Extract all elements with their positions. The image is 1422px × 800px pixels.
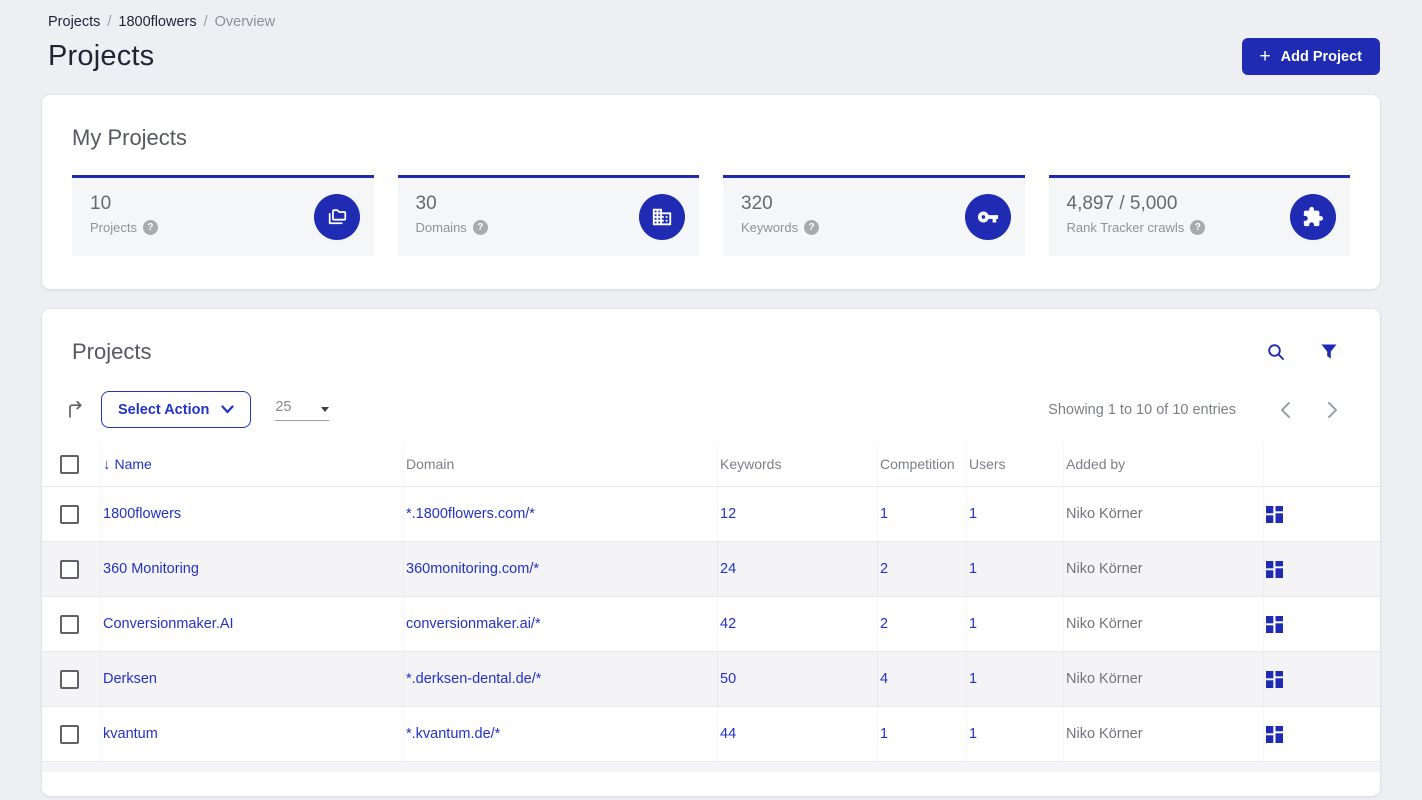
project-name-link[interactable]: Conversionmaker.AI bbox=[103, 616, 234, 632]
row-checkbox[interactable] bbox=[60, 559, 79, 579]
keywords-count-link[interactable]: 42 bbox=[720, 616, 736, 632]
competition-count-link[interactable]: 1 bbox=[880, 506, 888, 522]
breadcrumb-projects[interactable]: Projects bbox=[48, 14, 100, 30]
table-row: 1800flowers *.1800flowers.com/* 12 1 1 N… bbox=[42, 487, 1380, 542]
stat-domains: 30 Domains ? bbox=[397, 175, 699, 256]
showing-entries-text: Showing 1 to 10 of 10 entries bbox=[1048, 401, 1236, 418]
projects-table-card: Projects Select Action 25 Showing 1 to 1… bbox=[42, 309, 1380, 796]
column-header-added-by[interactable]: Added by bbox=[1063, 442, 1263, 486]
share-arrow-icon[interactable] bbox=[65, 399, 87, 421]
users-count-link[interactable]: 1 bbox=[969, 506, 977, 522]
dashboard-icon[interactable] bbox=[1266, 615, 1283, 633]
added-by-text: Niko Körner bbox=[1066, 616, 1143, 632]
select-action-dropdown[interactable]: Select Action bbox=[101, 391, 252, 428]
page-title: Projects bbox=[48, 40, 155, 72]
page-size-value: 25 bbox=[275, 398, 292, 415]
stat-keywords: 320 Keywords ? bbox=[723, 175, 1025, 256]
stat-projects: 10 Projects ? bbox=[72, 175, 374, 256]
dashboard-icon[interactable] bbox=[1266, 725, 1283, 743]
next-row-partial bbox=[42, 762, 1380, 772]
stat-domains-label: Domains bbox=[415, 220, 467, 235]
column-header-domain[interactable]: Domain bbox=[403, 442, 717, 486]
add-project-label: Add Project bbox=[1280, 48, 1362, 65]
my-projects-title: My Projects bbox=[72, 125, 187, 150]
project-name-link[interactable]: 1800flowers bbox=[103, 506, 181, 522]
next-page-button[interactable] bbox=[1327, 401, 1338, 419]
added-by-text: Niko Körner bbox=[1066, 726, 1143, 742]
stat-crawls-label: Rank Tracker crawls bbox=[1066, 220, 1185, 235]
filter-icon[interactable] bbox=[1320, 342, 1338, 362]
projects-table: ↓ Name Domain Keywords Competition Users… bbox=[42, 442, 1380, 772]
competition-count-link[interactable]: 4 bbox=[880, 671, 888, 687]
search-icon[interactable] bbox=[1266, 342, 1286, 362]
keywords-count-link[interactable]: 24 bbox=[720, 561, 736, 577]
help-icon[interactable]: ? bbox=[472, 220, 488, 235]
puzzle-icon bbox=[1290, 194, 1336, 240]
building-icon bbox=[639, 194, 685, 240]
project-domain-link[interactable]: *.derksen-dental.de/* bbox=[406, 671, 541, 687]
users-count-link[interactable]: 1 bbox=[969, 616, 977, 632]
stat-keywords-label: Keywords bbox=[741, 220, 799, 235]
competition-count-link[interactable]: 2 bbox=[880, 616, 888, 632]
help-icon[interactable]: ? bbox=[804, 220, 820, 235]
project-name-link[interactable]: kvantum bbox=[103, 726, 158, 742]
chevron-down-icon bbox=[221, 405, 234, 414]
help-icon[interactable]: ? bbox=[142, 220, 158, 235]
breadcrumb-separator: / bbox=[107, 14, 112, 30]
stat-projects-label: Projects bbox=[90, 220, 137, 235]
users-count-link[interactable]: 1 bbox=[969, 671, 977, 687]
page-size-select[interactable]: 25 bbox=[275, 398, 330, 421]
project-domain-link[interactable]: 360monitoring.com/* bbox=[406, 561, 539, 577]
users-count-link[interactable]: 1 bbox=[969, 726, 977, 742]
folder-copy-icon bbox=[313, 194, 360, 240]
table-row: Derksen *.derksen-dental.de/* 50 4 1 Nik… bbox=[42, 652, 1380, 707]
project-domain-link[interactable]: *.1800flowers.com/* bbox=[406, 506, 535, 522]
breadcrumb-separator: / bbox=[203, 14, 208, 30]
added-by-text: Niko Körner bbox=[1066, 671, 1143, 687]
project-domain-link[interactable]: conversionmaker.ai/* bbox=[406, 616, 541, 632]
column-header-competition[interactable]: Competition bbox=[877, 442, 966, 486]
project-domain-link[interactable]: *.kvantum.de/* bbox=[406, 726, 500, 742]
table-row: kvantum *.kvantum.de/* 44 1 1 Niko Körne… bbox=[42, 707, 1380, 762]
dashboard-icon[interactable] bbox=[1266, 560, 1283, 578]
breadcrumb-1800flowers[interactable]: 1800flowers bbox=[118, 14, 196, 30]
column-header-keywords[interactable]: Keywords bbox=[717, 442, 877, 486]
column-header-name[interactable]: ↓ Name bbox=[103, 456, 152, 473]
prev-page-button[interactable] bbox=[1280, 401, 1291, 419]
row-checkbox[interactable] bbox=[60, 614, 79, 634]
select-action-label: Select Action bbox=[118, 401, 210, 418]
select-all-checkbox[interactable] bbox=[60, 454, 79, 474]
row-checkbox[interactable] bbox=[60, 724, 79, 744]
project-name-link[interactable]: Derksen bbox=[103, 671, 157, 687]
added-by-text: Niko Körner bbox=[1066, 561, 1143, 577]
column-header-users[interactable]: Users bbox=[966, 442, 1063, 486]
keywords-count-link[interactable]: 12 bbox=[720, 506, 736, 522]
keywords-count-link[interactable]: 50 bbox=[720, 671, 736, 687]
my-projects-card: My Projects 10 Projects ? 30 Domains ? 3… bbox=[42, 95, 1380, 289]
users-count-link[interactable]: 1 bbox=[969, 561, 977, 577]
projects-panel-title: Projects bbox=[72, 339, 152, 364]
table-header-row: ↓ Name Domain Keywords Competition Users… bbox=[42, 442, 1380, 487]
caret-down-icon bbox=[321, 406, 330, 412]
row-checkbox[interactable] bbox=[60, 669, 79, 689]
dashboard-icon[interactable] bbox=[1266, 670, 1283, 688]
table-row: 360 Monitoring 360monitoring.com/* 24 2 … bbox=[42, 542, 1380, 597]
breadcrumb: Projects / 1800flowers / Overview bbox=[48, 14, 1380, 30]
table-row: Conversionmaker.AI conversionmaker.ai/* … bbox=[42, 597, 1380, 652]
added-by-text: Niko Körner bbox=[1066, 506, 1143, 522]
help-icon[interactable]: ? bbox=[1190, 220, 1206, 235]
keywords-count-link[interactable]: 44 bbox=[720, 726, 736, 742]
row-checkbox[interactable] bbox=[60, 504, 79, 524]
add-project-button[interactable]: + Add Project bbox=[1241, 38, 1380, 75]
project-name-link[interactable]: 360 Monitoring bbox=[103, 561, 199, 577]
plus-icon: + bbox=[1259, 46, 1271, 67]
competition-count-link[interactable]: 1 bbox=[880, 726, 888, 742]
sort-desc-icon: ↓ bbox=[103, 455, 111, 473]
stat-rank-tracker-crawls: 4,897 / 5,000 Rank Tracker crawls ? bbox=[1048, 175, 1350, 256]
competition-count-link[interactable]: 2 bbox=[880, 561, 888, 577]
key-icon bbox=[964, 194, 1011, 240]
breadcrumb-overview: Overview bbox=[214, 14, 276, 30]
dashboard-icon[interactable] bbox=[1266, 505, 1283, 523]
